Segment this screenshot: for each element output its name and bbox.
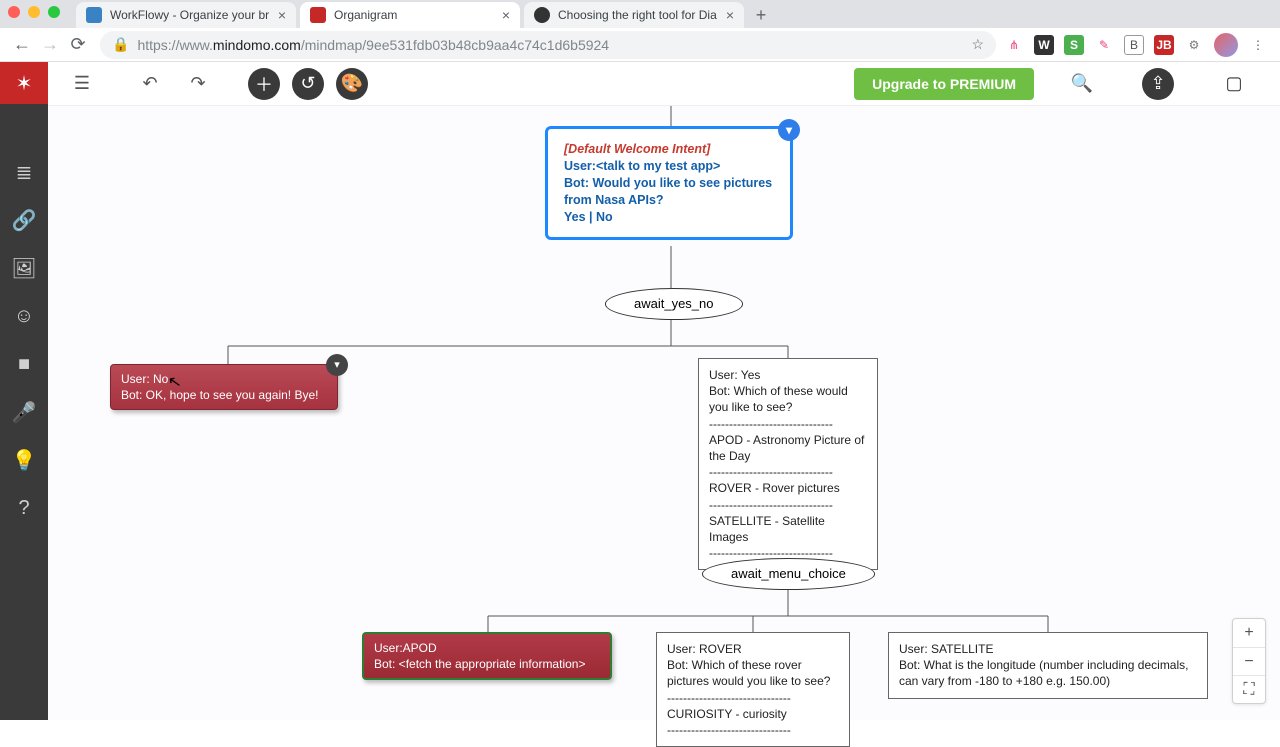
extension-icon[interactable]: ⋔	[1004, 35, 1024, 55]
url-text: https://www.mindomo.com/mindmap/9ee531fd…	[137, 37, 609, 53]
no-branch-node[interactable]: ▾ User: No Bot: OK, hope to see you agai…	[110, 364, 338, 410]
profile-avatar[interactable]	[1214, 33, 1238, 57]
back-button[interactable]: ←	[8, 31, 36, 59]
tab-title: WorkFlowy - Organize your br	[110, 8, 270, 22]
favicon-icon	[310, 7, 326, 23]
favicon-icon	[86, 7, 102, 23]
minimize-window-icon[interactable]	[28, 6, 40, 18]
kebab-menu-icon[interactable]: ⋮	[1248, 35, 1268, 55]
zoom-out-button[interactable]: −	[1233, 647, 1265, 675]
root-options: Yes | No	[564, 209, 774, 226]
sat-user-line: User: SATELLITE	[899, 641, 1197, 657]
forward-button[interactable]: →	[36, 31, 64, 59]
emoji-icon[interactable]: ☺	[0, 292, 48, 340]
reload-button[interactable]: ⟳	[64, 31, 92, 59]
await-label: await_yes_no	[634, 296, 714, 311]
tab-organigram[interactable]: Organigram ×	[300, 2, 520, 28]
favicon-icon	[534, 7, 550, 23]
app-logo-icon[interactable]: ✶	[0, 62, 48, 104]
divider: -------------------------------	[667, 722, 839, 738]
await-yes-no-node[interactable]: await_yes_no	[605, 288, 743, 320]
root-node[interactable]: ▾ [Default Welcome Intent] User:<talk to…	[545, 126, 793, 240]
extension-icon[interactable]: ✎	[1094, 35, 1114, 55]
rover-node[interactable]: User: ROVER Bot: Which of these rover pi…	[656, 632, 850, 747]
divider: -------------------------------	[709, 497, 867, 513]
close-tab-icon[interactable]: ×	[726, 7, 734, 23]
menu-item-apod: APOD - Astronomy Picture of the Day	[709, 432, 867, 464]
new-tab-button[interactable]: +	[748, 2, 774, 28]
upgrade-premium-button[interactable]: Upgrade to PREMIUM	[854, 68, 1034, 100]
browser-tabstrip: WorkFlowy - Organize your br × Organigra…	[0, 0, 1280, 28]
tab-choosing-tool[interactable]: Choosing the right tool for Dia ×	[524, 2, 744, 28]
relationship-button[interactable]: ↺	[292, 68, 324, 100]
present-icon[interactable]: ▢	[1216, 66, 1252, 102]
root-intent: [Default Welcome Intent]	[564, 141, 774, 158]
undo-button[interactable]: ↶	[132, 66, 168, 102]
tab-title: Organigram	[334, 8, 494, 22]
menu-item-satellite: SATELLITE - Satellite Images	[709, 513, 867, 545]
browser-toolbar: ← → ⟳ 🔒 https://www.mindomo.com/mindmap/…	[0, 28, 1280, 62]
divider: -------------------------------	[667, 690, 839, 706]
close-tab-icon[interactable]: ×	[278, 7, 286, 23]
address-bar[interactable]: 🔒 https://www.mindomo.com/mindmap/9ee531…	[100, 31, 996, 59]
yes-branch-node[interactable]: User: Yes Bot: Which of these would you …	[698, 358, 878, 570]
zoom-fit-button[interactable]: ⛶	[1233, 675, 1265, 703]
yes-user-line: User: Yes	[709, 367, 867, 383]
no-user-line: User: No	[121, 371, 327, 387]
tab-title: Choosing the right tool for Dia	[558, 8, 718, 22]
tab-workflowy[interactable]: WorkFlowy - Organize your br ×	[76, 2, 296, 28]
apod-user-line: User:APOD	[374, 640, 600, 656]
sat-bot-line: Bot: What is the longitude (number inclu…	[899, 657, 1197, 689]
redo-button[interactable]: ↷	[180, 66, 216, 102]
root-user-line: User:<talk to my test app>	[564, 158, 774, 175]
rover-bot-line: Bot: Which of these rover pictures would…	[667, 657, 839, 689]
await-label: await_menu_choice	[731, 566, 846, 581]
menu-item-rover: ROVER - Rover pictures	[709, 480, 867, 496]
extension-icon[interactable]: S	[1064, 35, 1084, 55]
apod-node[interactable]: User:APOD Bot: <fetch the appropriate in…	[362, 632, 612, 680]
share-button[interactable]: ⇪	[1142, 68, 1174, 100]
divider: -------------------------------	[709, 416, 867, 432]
add-node-button[interactable]: ＋	[248, 68, 280, 100]
image-icon[interactable]: 🖼	[0, 244, 48, 292]
zoom-in-button[interactable]: +	[1233, 619, 1265, 647]
window-controls	[8, 6, 60, 18]
mindmap-canvas[interactable]: ▾ [Default Welcome Intent] User:<talk to…	[48, 106, 1280, 720]
extension-icon[interactable]: JB	[1154, 35, 1174, 55]
audio-mic-icon[interactable]: 🎤	[0, 388, 48, 436]
divider: -------------------------------	[709, 464, 867, 480]
collapse-toggle-icon[interactable]: ▾	[326, 354, 348, 376]
extension-icon[interactable]: W	[1034, 35, 1054, 55]
maximize-window-icon[interactable]	[48, 6, 60, 18]
no-bot-line: Bot: OK, hope to see you again! Bye!	[121, 387, 327, 403]
app-toolbar: ☰ ↶ ↷ ＋ ↺ 🎨 Upgrade to PREMIUM 🔍 ⇪ ▢	[48, 62, 1280, 106]
theme-palette-button[interactable]: 🎨	[336, 68, 368, 100]
star-icon[interactable]: ☆	[971, 36, 984, 53]
video-icon[interactable]: ■	[0, 340, 48, 388]
extension-icon[interactable]: B	[1124, 35, 1144, 55]
root-bot-line: Bot: Would you like to see pictures from…	[564, 175, 774, 209]
zoom-control: + − ⛶	[1232, 618, 1266, 704]
left-sidebar: ✶ ≣ 🔗 🖼 ☺ ■ 🎤 💡 ?	[0, 62, 48, 720]
satellite-node[interactable]: User: SATELLITE Bot: What is the longitu…	[888, 632, 1208, 699]
close-window-icon[interactable]	[8, 6, 20, 18]
close-tab-icon[interactable]: ×	[502, 7, 510, 23]
apod-bot-line: Bot: <fetch the appropriate information>	[374, 656, 600, 672]
rover-user-line: User: ROVER	[667, 641, 839, 657]
link-icon[interactable]: 🔗	[0, 196, 48, 244]
lock-icon: 🔒	[112, 36, 129, 53]
search-icon[interactable]: 🔍	[1064, 66, 1100, 102]
hamburger-menu-icon[interactable]: ☰	[64, 66, 100, 102]
await-menu-choice-node[interactable]: await_menu_choice	[702, 558, 875, 590]
help-icon[interactable]: ?	[0, 484, 48, 532]
extension-area: ⋔ W S ✎ B JB ⚙ ⋮	[1004, 33, 1272, 57]
idea-bulb-icon[interactable]: 💡	[0, 436, 48, 484]
notes-icon[interactable]: ≣	[0, 148, 48, 196]
yes-bot-line: Bot: Which of these would you like to se…	[709, 383, 867, 415]
settings-gear-icon[interactable]: ⚙	[1184, 35, 1204, 55]
collapse-toggle-icon[interactable]: ▾	[778, 119, 800, 141]
